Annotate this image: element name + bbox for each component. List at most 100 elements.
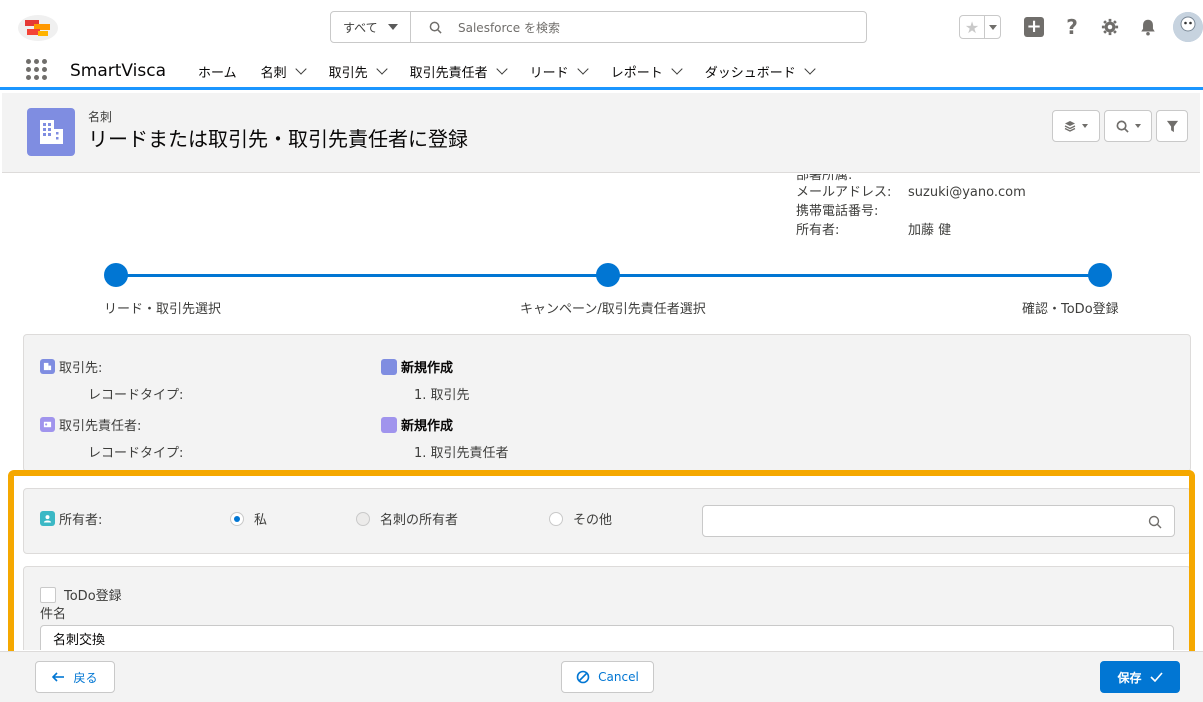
path-step-1-label: リード・取引先選択 [104, 302, 222, 317]
layers-icon [1064, 121, 1076, 132]
contact-row: 取引先責任者: [40, 415, 141, 434]
ban-icon [576, 670, 590, 684]
caret-down-icon [1082, 124, 1088, 128]
chevron-down-icon[interactable] [671, 63, 683, 75]
global-actions-button[interactable]: + [1023, 16, 1045, 38]
org-logo[interactable] [16, 12, 60, 44]
owner-row: 所有者: [40, 509, 102, 528]
path-step-3-dot[interactable] [1088, 263, 1112, 287]
subject-label-row: 件名 [40, 603, 66, 622]
nav-item-business-cards[interactable]: 名刺 [260, 62, 307, 81]
contact-recordtype-value: 1. 取引先責任者 [414, 446, 509, 461]
save-label: 保存 [1117, 670, 1142, 685]
nav-item-label: ダッシュボード [704, 66, 796, 81]
layers-menu-button[interactable] [1052, 110, 1100, 142]
progress-path [104, 262, 1112, 290]
search-input[interactable]: Salesforce を検索 [411, 12, 866, 42]
caret-down-icon [988, 24, 997, 30]
chevron-down-icon[interactable] [375, 63, 388, 75]
radio-label: 私 [254, 513, 268, 528]
back-button[interactable]: 戻る [35, 661, 115, 693]
page-header-actions [1048, 110, 1188, 142]
nav-item-leads[interactable]: リード [529, 62, 589, 81]
owner-label: 所有者: [59, 513, 103, 528]
radio-other[interactable] [549, 511, 563, 526]
nav-item-dashboards[interactable]: ダッシュボード [704, 62, 816, 81]
info-label: 携帯電話番号: [796, 204, 879, 219]
nav-item-reports[interactable]: レポート [611, 62, 683, 81]
app-launcher-icon[interactable] [26, 59, 48, 81]
owner-option-other[interactable]: その他 [549, 509, 612, 528]
contact-icon [40, 417, 55, 432]
search-menu-button[interactable] [1104, 110, 1152, 142]
filter-icon [1166, 120, 1178, 132]
cancel-button[interactable]: Cancel [561, 661, 654, 693]
search-icon [429, 21, 442, 34]
contact-action-row: 新規作成 [381, 415, 453, 434]
nav-item-label: ホーム [198, 66, 237, 81]
account-recordtype-value-row: 1. 取引先 [414, 384, 470, 403]
path-step-2-label: キャンペーン/取引先責任者選択 [520, 302, 706, 317]
owner-option-me[interactable]: 私 [230, 509, 267, 528]
nav-item-label: リード [529, 66, 569, 81]
nav-item-accounts[interactable]: 取引先 [328, 62, 388, 81]
nav-item-contacts[interactable]: 取引先責任者 [409, 62, 508, 81]
info-row: 所有者: 加藤 健 [796, 221, 1026, 240]
filter-button[interactable] [1156, 110, 1188, 142]
favorites-button[interactable]: ★ [959, 15, 1001, 39]
setup-gear-icon[interactable] [1099, 16, 1121, 38]
main-content: 部署所属: メールアドレス: suzuki@yano.com 携帯電話番号: 所有… [2, 174, 1200, 650]
nav-item-label: 取引先 [328, 66, 368, 81]
page-title: リードまたは取引先・取引先責任者に登録 [88, 127, 468, 151]
contact-recordtype-value-row: 1. 取引先責任者 [414, 442, 509, 461]
favorites-dropdown[interactable] [984, 16, 1000, 38]
account-row: 取引先: [40, 357, 102, 376]
caret-down-icon [387, 24, 398, 30]
contact-recordtype-row: レコードタイプ: [88, 442, 183, 461]
page-header: 名刺 リードまたは取引先・取引先責任者に登録 [2, 93, 1200, 173]
todo-checkbox[interactable] [40, 586, 56, 603]
chevron-down-icon[interactable] [496, 63, 508, 75]
info-value: 加藤 健 [908, 223, 952, 238]
chevron-down-icon[interactable] [804, 63, 816, 75]
path-step-1-dot[interactable] [104, 263, 128, 287]
contact-label: 取引先責任者: [59, 419, 142, 434]
info-value: suzuki@yano.com [908, 185, 1026, 200]
account-new-swatch [381, 358, 397, 375]
user-avatar[interactable] [1173, 12, 1203, 42]
account-action: 新規作成 [401, 361, 454, 376]
todo-checkbox-row[interactable]: ToDo登録 [40, 585, 122, 604]
chevron-down-icon[interactable] [294, 63, 307, 75]
contact-action: 新規作成 [401, 419, 454, 434]
app-name: SmartVisca [70, 61, 167, 81]
account-label: 取引先: [59, 361, 103, 376]
radio-card-owner[interactable] [356, 511, 370, 526]
nav-item-home[interactable]: ホーム [198, 62, 237, 81]
user-icon [40, 511, 55, 526]
back-label: 戻る [73, 670, 98, 685]
star-icon[interactable]: ★ [960, 16, 984, 38]
subject-input[interactable]: 名刺交換 [40, 625, 1174, 650]
search-scope-label: すべて [343, 20, 378, 35]
plus-icon: + [1024, 17, 1044, 37]
nav-item-label: 名刺 [260, 66, 287, 81]
summary-panel: 取引先: 新規作成 レコードタイプ: 1. 取引先 取引先責任者: 新規作成 レ… [23, 334, 1191, 472]
owner-option-card-owner[interactable]: 名刺の所有者 [356, 509, 458, 528]
radio-me[interactable] [230, 511, 244, 526]
notifications-bell-icon[interactable] [1137, 16, 1159, 38]
nav-item-label: 取引先責任者 [409, 66, 488, 81]
footer-bar: 戻る Cancel 保存 [0, 651, 1203, 702]
search-scope-select[interactable]: すべて [331, 12, 411, 42]
help-icon[interactable]: ? [1061, 15, 1083, 39]
global-header: すべて Salesforce を検索 ★ + ? [0, 0, 1203, 52]
path-step-2-dot[interactable] [596, 263, 620, 287]
radio-label: 名刺の所有者 [380, 513, 459, 528]
contact-new-swatch [381, 416, 397, 433]
chevron-down-icon[interactable] [577, 63, 589, 75]
todo-panel: ToDo登録 件名 名刺交換 [23, 566, 1191, 650]
cancel-label: Cancel [598, 670, 639, 684]
owner-lookup-input[interactable] [702, 505, 1175, 537]
business-card-object-icon [27, 108, 75, 156]
save-button[interactable]: 保存 [1100, 661, 1180, 693]
info-label: メールアドレス: [796, 185, 892, 200]
